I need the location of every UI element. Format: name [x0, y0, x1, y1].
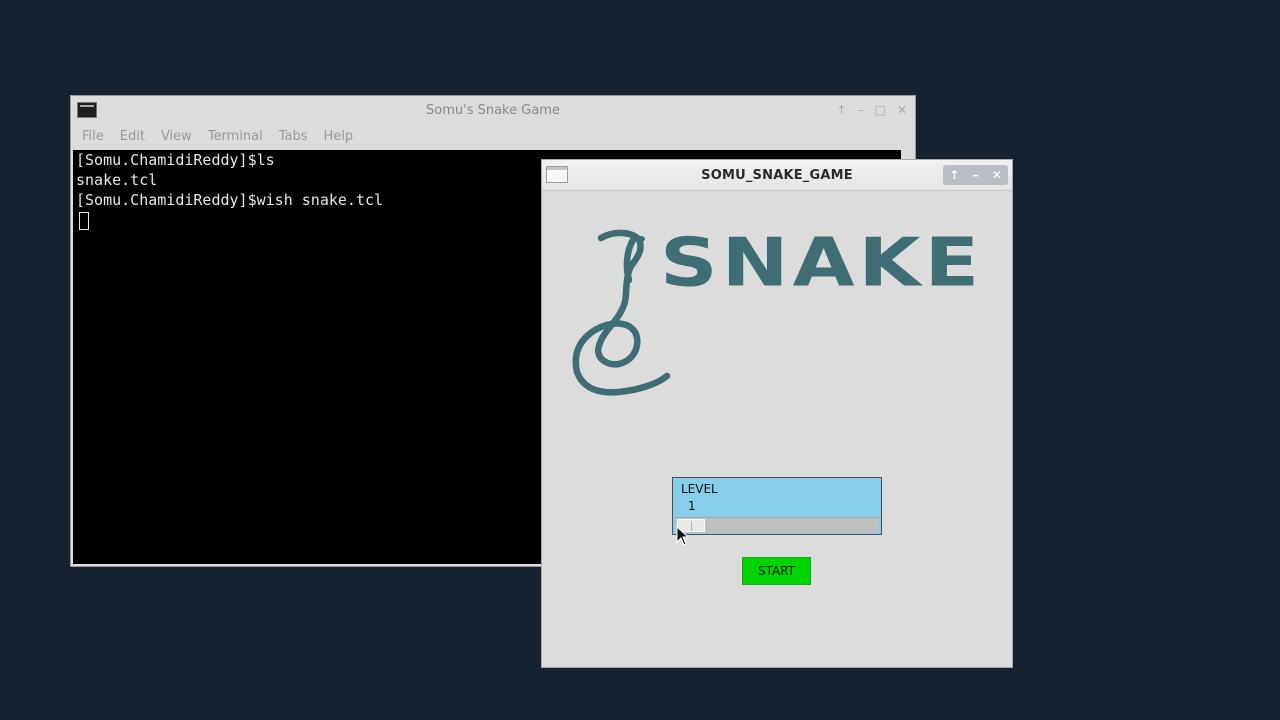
game-titlebar[interactable]: SOMU_SNAKE_GAME ↑ – ✕ — [542, 160, 1012, 191]
up-arrow-icon[interactable]: ↑ — [837, 103, 847, 117]
close-icon[interactable]: ✕ — [992, 168, 1002, 182]
terminal-title: Somu's Snake Game — [426, 102, 560, 118]
menu-view[interactable]: View — [161, 129, 192, 144]
close-icon[interactable]: ✕ — [897, 103, 907, 117]
game-window[interactable]: SOMU_SNAKE_GAME ↑ – ✕ SNAKE LEVEL 1 STAR… — [541, 159, 1013, 668]
mouse-cursor-icon — [676, 526, 690, 546]
menu-tabs[interactable]: Tabs — [279, 129, 308, 144]
terminal-titlebar[interactable]: Somu's Snake Game ↑ – □ ✕ — [71, 96, 915, 124]
menu-help[interactable]: Help — [324, 129, 354, 144]
minimize-icon[interactable]: – — [858, 103, 864, 117]
snake-logo-text: SNAKE — [660, 223, 984, 302]
text-cursor — [79, 211, 89, 230]
minimize-icon[interactable]: – — [973, 168, 979, 182]
level-value: 1 — [688, 499, 696, 513]
level-slider-trough[interactable] — [675, 517, 879, 533]
start-button[interactable]: START — [742, 557, 811, 585]
game-canvas: SNAKE LEVEL 1 START — [542, 191, 1012, 667]
terminal-window-controls: ↑ – □ ✕ — [837, 96, 907, 124]
window-icon — [546, 166, 568, 183]
menu-terminal[interactable]: Terminal — [208, 129, 263, 144]
terminal-icon — [77, 102, 97, 118]
game-title: SOMU_SNAKE_GAME — [701, 167, 853, 183]
terminal-menubar: File Edit View Terminal Tabs Help — [71, 124, 915, 148]
game-window-controls: ↑ – ✕ — [943, 165, 1008, 185]
level-label: LEVEL — [681, 482, 718, 496]
menu-file[interactable]: File — [82, 129, 104, 144]
menu-edit[interactable]: Edit — [120, 129, 145, 144]
maximize-icon[interactable]: □ — [875, 103, 886, 117]
up-arrow-icon[interactable]: ↑ — [949, 168, 959, 182]
level-scale[interactable]: LEVEL 1 — [672, 477, 882, 535]
